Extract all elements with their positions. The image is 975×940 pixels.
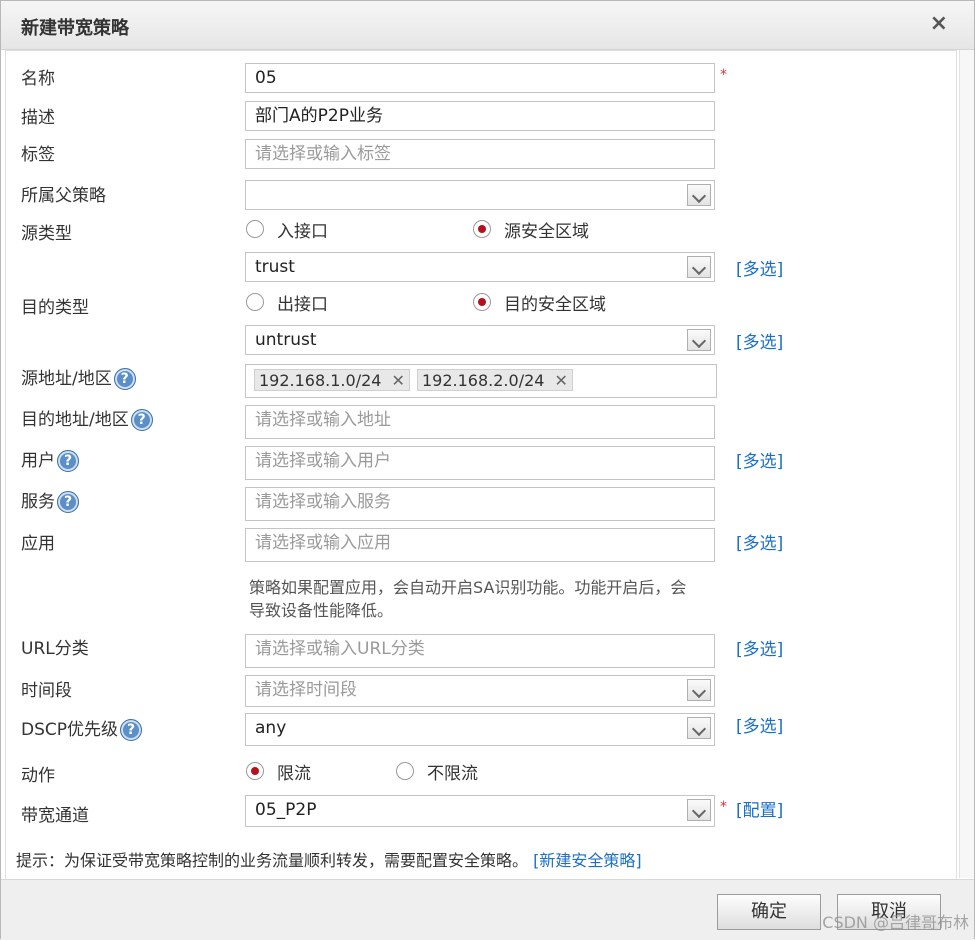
radio-source-zone[interactable]	[473, 220, 491, 238]
dialog-body: 名称 05 * 描述 部门A的P2P业务 标签 请选择或输入标签 所属父策略 源…	[5, 50, 957, 880]
remove-tag-icon[interactable]: ✕	[391, 371, 404, 390]
channel-required-mark: *	[720, 799, 727, 815]
help-icon[interactable]: ?	[113, 368, 136, 390]
chevron-down-icon[interactable]	[687, 329, 711, 351]
tags-input[interactable]: 请选择或输入标签	[245, 139, 715, 169]
scrollbar[interactable]	[959, 50, 974, 878]
time-range-label: 时间段	[21, 681, 72, 701]
radio-in-interface[interactable]	[246, 220, 264, 238]
name-label: 名称	[21, 69, 55, 89]
new-bandwidth-policy-dialog: 新建带宽策略 × 名称 05 * 描述 部门A的P2P业务 标签 请选择或输入标…	[0, 0, 975, 940]
destination-type-label: 目的类型	[21, 298, 89, 318]
parent-policy-select[interactable]	[245, 180, 715, 210]
destination-zone-value: untrust	[255, 330, 317, 350]
dialog-titlebar: 新建带宽策略 ×	[1, 1, 974, 50]
application-label: 应用	[21, 534, 55, 554]
dscp-multi-link[interactable]: [多选]	[736, 712, 783, 737]
help-icon[interactable]: ?	[57, 491, 79, 513]
service-label: 服务?	[21, 487, 79, 513]
user-multi-link[interactable]: [多选]	[736, 447, 783, 472]
service-input[interactable]: 请选择或输入服务	[245, 487, 715, 521]
time-range-select[interactable]: 请选择时间段	[245, 675, 715, 707]
application-input[interactable]: 请选择或输入应用	[245, 528, 715, 562]
bandwidth-channel-label: 带宽通道	[21, 806, 89, 826]
chevron-down-icon[interactable]	[687, 717, 711, 739]
address-tag: 192.168.2.0/24 ✕	[417, 369, 573, 391]
dialog-title: 新建带宽策略	[21, 18, 129, 39]
radio-limit[interactable]	[246, 762, 264, 780]
new-security-policy-link[interactable]: [新建安全策略]	[533, 851, 642, 870]
description-label: 描述	[21, 108, 55, 128]
source-zone-multi-link[interactable]: [多选]	[736, 255, 783, 280]
help-icon[interactable]: ?	[130, 409, 153, 431]
radio-destination-zone[interactable]	[473, 293, 491, 311]
chevron-down-icon[interactable]	[687, 256, 711, 278]
name-required-mark: *	[720, 67, 727, 83]
source-zone-value: trust	[255, 257, 295, 277]
source-address-label-text: 源地址/地区	[21, 369, 112, 389]
address-tag: 192.168.1.0/24 ✕	[254, 369, 410, 391]
user-input[interactable]: 请选择或输入用户	[245, 446, 715, 480]
address-tag-label: 192.168.1.0/24	[259, 371, 382, 390]
service-label-text: 服务	[21, 492, 55, 512]
application-note: 策略如果配置应用，会自动开启SA识别功能。功能开启后，会导致设备性能降低。	[249, 578, 687, 620]
time-range-placeholder: 请选择时间段	[255, 680, 357, 700]
destination-address-label-text: 目的地址/地区	[21, 410, 129, 430]
destination-address-input[interactable]: 请选择或输入地址	[245, 405, 715, 439]
security-policy-tip: 提示：为保证受带宽策略控制的业务流量顺利转发，需要配置安全策略。 [新建安全策略…	[16, 847, 642, 871]
radio-limit-label: 限流	[277, 764, 311, 784]
parent-policy-label: 所属父策略	[21, 186, 106, 206]
user-label: 用户?	[21, 446, 79, 472]
radio-source-zone-label: 源安全区域	[504, 222, 589, 242]
description-input[interactable]: 部门A的P2P业务	[245, 101, 715, 131]
action-label: 动作	[21, 766, 55, 786]
destination-address-label: 目的地址/地区?	[21, 405, 153, 431]
ok-button[interactable]: 确定	[717, 894, 821, 930]
remove-tag-icon[interactable]: ✕	[554, 371, 567, 390]
tip-text: 提示：为保证受带宽策略控制的业务流量顺利转发，需要配置安全策略。	[16, 851, 529, 870]
address-tag-label: 192.168.2.0/24	[422, 371, 545, 390]
radio-no-limit[interactable]	[396, 762, 414, 780]
user-label-text: 用户	[21, 451, 55, 471]
source-zone-select[interactable]: trust	[245, 252, 715, 282]
url-category-label: URL分类	[21, 639, 89, 659]
dscp-select[interactable]: any	[245, 713, 715, 746]
close-icon[interactable]: ×	[930, 11, 948, 36]
tags-label: 标签	[21, 145, 55, 165]
source-type-label: 源类型	[21, 224, 72, 244]
source-address-tag-input[interactable]: 192.168.1.0/24 ✕ 192.168.2.0/24 ✕	[245, 364, 717, 398]
radio-out-interface[interactable]	[246, 293, 264, 311]
radio-in-interface-label: 入接口	[277, 222, 328, 242]
dscp-value: any	[255, 718, 287, 738]
url-category-multi-link[interactable]: [多选]	[736, 635, 783, 660]
radio-destination-zone-label: 目的安全区域	[504, 295, 606, 315]
radio-no-limit-label: 不限流	[427, 764, 478, 784]
chevron-down-icon[interactable]	[687, 679, 711, 701]
destination-zone-multi-link[interactable]: [多选]	[736, 328, 783, 353]
dscp-label-text: DSCP优先级	[21, 720, 119, 740]
bandwidth-channel-value: 05_P2P	[255, 800, 317, 820]
channel-config-link[interactable]: [配置]	[736, 796, 783, 821]
name-input[interactable]: 05	[245, 63, 715, 93]
dscp-label: DSCP优先级?	[21, 715, 143, 741]
bandwidth-channel-select[interactable]: 05_P2P	[245, 795, 715, 827]
url-category-input[interactable]: 请选择或输入URL分类	[245, 634, 715, 668]
destination-zone-select[interactable]: untrust	[245, 325, 715, 355]
help-icon[interactable]: ?	[120, 719, 143, 741]
radio-out-interface-label: 出接口	[277, 295, 328, 315]
watermark: CSDN @吕律哥布林	[822, 913, 969, 932]
chevron-down-icon[interactable]	[687, 799, 711, 821]
source-address-label: 源地址/地区?	[21, 364, 136, 390]
application-multi-link[interactable]: [多选]	[736, 529, 783, 554]
help-icon[interactable]: ?	[57, 450, 79, 472]
chevron-down-icon[interactable]	[687, 184, 711, 206]
